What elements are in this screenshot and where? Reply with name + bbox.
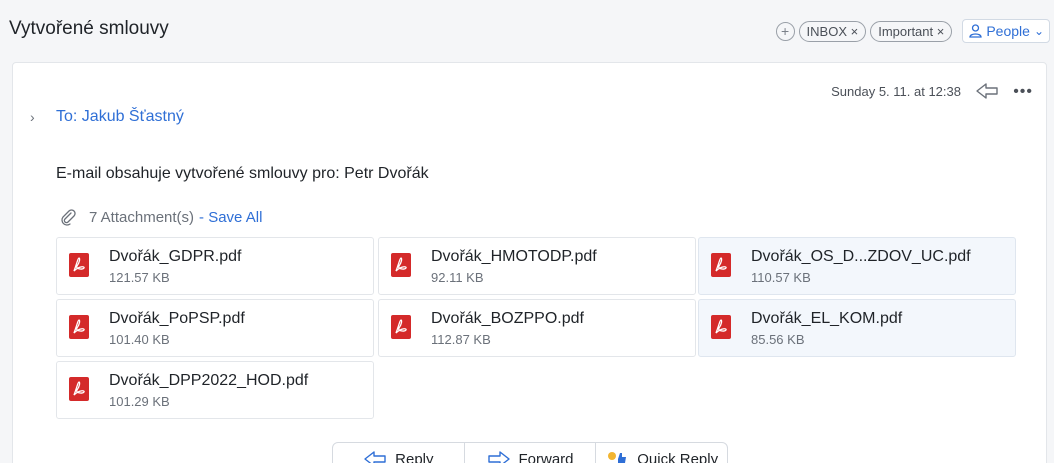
attachment-item[interactable]: Dvořák_BOZPPO.pdf 112.87 KB <box>378 299 696 357</box>
attachment-item[interactable]: Dvořák_HMOTODP.pdf 92.11 KB <box>378 237 696 295</box>
quick-reply-label: Quick Reply <box>637 450 719 463</box>
people-button[interactable]: People ⌄ <box>962 19 1050 43</box>
forward-icon <box>487 451 510 463</box>
forward-button[interactable]: Forward <box>465 443 597 463</box>
message-body: E-mail obsahuje vytvořené smlouvy pro: P… <box>56 165 429 182</box>
save-all-link[interactable]: - Save All <box>199 209 262 226</box>
reply-button[interactable]: Reply <box>333 443 465 463</box>
attachment-size: 101.29 KB <box>109 394 170 409</box>
attachment-name: Dvořák_EL_KOM.pdf <box>751 310 903 327</box>
chevron-right-icon[interactable]: › <box>30 109 35 125</box>
add-tag-button[interactable]: + <box>775 21 795 41</box>
attachment-size: 85.56 KB <box>751 332 805 347</box>
people-label: People <box>986 23 1030 39</box>
attachments-header: 7 Attachment(s) - Save All <box>59 208 262 226</box>
attachment-item[interactable]: Dvořák_GDPR.pdf 121.57 KB <box>56 237 374 295</box>
forward-label: Forward <box>518 450 574 463</box>
pdf-icon <box>391 315 411 339</box>
attachment-name: Dvořák_PoPSP.pdf <box>109 310 245 327</box>
tag-bar: + INBOX × Important × People ⌄ <box>775 19 1050 43</box>
reply-label: Reply <box>395 450 434 463</box>
person-icon <box>969 24 982 38</box>
paperclip-icon <box>61 209 76 226</box>
pdf-icon <box>391 253 411 277</box>
pdf-icon <box>711 315 731 339</box>
chevron-down-icon: ⌄ <box>1033 24 1044 38</box>
reply-icon <box>364 451 386 463</box>
attachment-item[interactable]: Dvořák_DPP2022_HOD.pdf 101.29 KB <box>56 361 374 419</box>
pdf-icon <box>711 253 731 277</box>
pdf-icon <box>69 253 89 277</box>
attachment-size: 110.57 KB <box>751 270 811 285</box>
reply-actions-bar: Reply Forward Quick Reply <box>332 442 728 463</box>
attachment-item[interactable]: Dvořák_OS_D...ZDOV_UC.pdf 110.57 KB <box>698 237 1016 295</box>
attachment-name: Dvořák_DPP2022_HOD.pdf <box>109 372 309 389</box>
attachment-size: 101.40 KB <box>109 332 170 347</box>
tag-important[interactable]: Important × <box>870 20 953 42</box>
attachment-size: 121.57 KB <box>109 270 170 285</box>
reply-icon[interactable] <box>974 81 1000 101</box>
more-options-icon[interactable]: ••• <box>1013 83 1033 101</box>
attachments-count: 7 Attachment(s) <box>89 208 195 226</box>
message-card: Sunday 5. 11. at 12:38 ••• › To: Jakub Š… <box>12 62 1047 463</box>
tag-inbox[interactable]: INBOX × <box>798 20 867 42</box>
attachment-item[interactable]: Dvořák_EL_KOM.pdf 85.56 KB <box>698 299 1016 357</box>
message-header: Vytvořené smlouvy + INBOX × Important × … <box>0 0 1054 60</box>
attachment-name: Dvořák_HMOTODP.pdf <box>431 248 597 265</box>
recipient-line[interactable]: To: Jakub Šťastný <box>56 108 184 126</box>
attachment-name: Dvořák_OS_D...ZDOV_UC.pdf <box>751 248 971 265</box>
message-date: Sunday 5. 11. at 12:38 <box>831 84 961 99</box>
attachment-name: Dvořák_GDPR.pdf <box>109 248 242 265</box>
pdf-icon <box>69 377 89 401</box>
quick-reply-icon <box>608 452 627 463</box>
subject-title: Vytvořené smlouvy <box>9 18 169 39</box>
attachment-item[interactable]: Dvořák_PoPSP.pdf 101.40 KB <box>56 299 374 357</box>
pdf-icon <box>69 315 89 339</box>
attachment-name: Dvořák_BOZPPO.pdf <box>431 310 584 327</box>
quick-reply-button[interactable]: Quick Reply <box>596 443 727 463</box>
attachment-size: 112.87 KB <box>431 332 491 347</box>
attachment-size: 92.11 KB <box>431 270 484 285</box>
